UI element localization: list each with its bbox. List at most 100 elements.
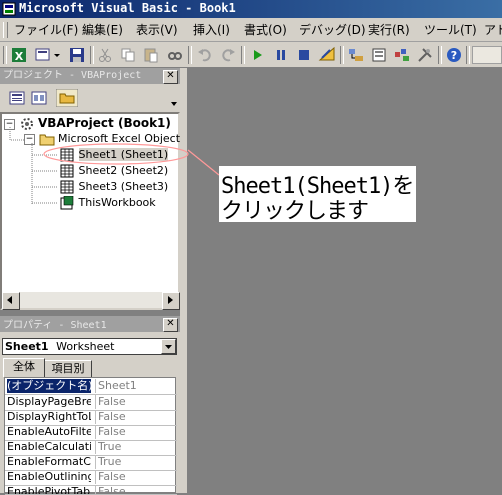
redo-icon[interactable]	[219, 46, 237, 64]
view-object-icon[interactable]	[29, 89, 49, 107]
combo-dropdown-button[interactable]	[161, 339, 176, 354]
property-value: False	[95, 425, 180, 439]
reset-icon[interactable]	[295, 46, 313, 64]
menu-view[interactable]: 表示(V)	[136, 21, 178, 39]
callout-leader-line	[187, 149, 220, 176]
property-row[interactable]: EnableCalculatio True	[5, 440, 177, 456]
menu-edit[interactable]: 編集(E)	[82, 21, 123, 39]
undo-icon[interactable]	[196, 46, 214, 64]
chevron-down-icon	[165, 345, 172, 349]
collapse-icon[interactable]: −	[24, 133, 35, 145]
menu-grip[interactable]	[3, 22, 8, 38]
menu-file[interactable]: ファイル(F)	[14, 21, 78, 39]
menu-debug[interactable]: デバッグ(D)	[299, 21, 366, 39]
property-value: False	[95, 470, 180, 484]
save-icon[interactable]	[68, 46, 86, 64]
toolbar-grip[interactable]	[3, 46, 7, 64]
cut-icon[interactable]	[96, 46, 114, 64]
tree-item-sheet1[interactable]: Sheet1 (Sheet1)	[59, 147, 169, 163]
property-name: EnableOutlining	[7, 470, 91, 483]
property-name: (オブジェクト名)	[7, 379, 91, 393]
property-row[interactable]: EnableFormatCor True	[5, 455, 177, 471]
title-bar[interactable]: Microsoft Visual Basic - Book1	[0, 0, 502, 18]
property-name: EnableAutoFilter	[7, 425, 91, 438]
toolbox-icon[interactable]	[416, 46, 434, 64]
property-row[interactable]: (オブジェクト名) Sheet1	[5, 379, 177, 395]
property-value: True	[95, 440, 180, 454]
property-value: Sheet1	[95, 379, 180, 393]
property-row[interactable]: EnablePivotTable False	[5, 485, 177, 495]
tree-item-label: Sheet3 (Sheet3)	[78, 180, 169, 193]
project-explorer-icon[interactable]	[347, 46, 365, 64]
toolbar-separator	[241, 46, 245, 64]
tree-node-root[interactable]: − VBAProject (Book1)	[4, 115, 171, 131]
property-name: DisplayRightToLe	[7, 410, 91, 423]
run-icon[interactable]	[249, 46, 267, 64]
property-value: False	[95, 410, 180, 424]
object-name: Sheet1	[5, 340, 49, 353]
object-type: Worksheet	[56, 340, 115, 353]
toolbar-separator	[90, 46, 94, 64]
property-value: True	[95, 455, 180, 469]
toolbar-overflow-icon[interactable]	[170, 100, 178, 108]
toolbar-separator	[340, 46, 344, 64]
tab-categorized[interactable]: 項目別	[44, 360, 92, 377]
tree-item-sheet3[interactable]: Sheet3 (Sheet3)	[59, 179, 168, 195]
standard-toolbar: X ?	[0, 42, 502, 68]
property-row[interactable]: EnableOutlining False	[5, 470, 177, 486]
dropdown-arrow-icon[interactable]	[52, 46, 62, 64]
scroll-right-button[interactable]	[162, 292, 180, 310]
property-row[interactable]: EnableAutoFilter False	[5, 425, 177, 441]
vba-app-icon	[2, 2, 16, 16]
design-mode-icon[interactable]	[318, 46, 336, 64]
properties-window-title: プロパティ - Sheet1	[3, 320, 107, 331]
tree-horizontal-scrollbar[interactable]	[2, 292, 180, 310]
find-icon[interactable]	[166, 46, 184, 64]
tree-folder-label: Microsoft Excel Object	[58, 132, 181, 145]
pane-splitter[interactable]	[180, 68, 188, 493]
menu-tools[interactable]: ツール(T)	[424, 21, 477, 39]
collapse-icon[interactable]: −	[4, 118, 15, 130]
tree-item-label: Sheet2 (Sheet2)	[78, 164, 169, 177]
tree-item-label: Sheet1 (Sheet1)	[78, 148, 169, 161]
view-code-icon[interactable]	[7, 89, 27, 107]
insert-module-icon[interactable]	[34, 46, 52, 64]
help-icon[interactable]: ?	[445, 46, 463, 64]
arrow-right-icon	[168, 296, 173, 304]
folder-icon	[39, 134, 54, 146]
sheet-icon	[60, 164, 74, 178]
properties-icon[interactable]	[370, 46, 388, 64]
property-value: False	[95, 485, 177, 494]
property-name: EnableFormatCor	[7, 455, 91, 468]
properties-close-button[interactable]: ✕	[163, 318, 178, 332]
object-browser-icon[interactable]	[393, 46, 411, 64]
tree-item-thisworkbook[interactable]: ThisWorkbook	[59, 195, 156, 211]
toolbar-separator	[438, 46, 442, 64]
window-title: Microsoft Visual Basic - Book1	[19, 1, 236, 15]
copy-icon[interactable]	[119, 46, 137, 64]
property-name: EnablePivotTable	[7, 485, 91, 495]
property-name: EnableCalculatio	[7, 440, 91, 453]
svg-text:?: ?	[451, 49, 457, 62]
property-row[interactable]: DisplayPageBrea False	[5, 395, 177, 411]
tree-item-sheet2[interactable]: Sheet2 (Sheet2)	[59, 163, 168, 179]
tree-node-folder[interactable]: − Microsoft Excel Object	[24, 131, 180, 147]
menu-format[interactable]: 書式(O)	[244, 21, 287, 39]
menu-addins[interactable]: アド	[484, 21, 502, 39]
tab-alphabetic[interactable]: 全体	[3, 358, 45, 377]
break-icon[interactable]	[272, 46, 290, 64]
project-toolbar	[0, 84, 180, 112]
menu-insert[interactable]: 挿入(I)	[193, 21, 230, 39]
menu-run[interactable]: 実行(R)	[368, 21, 410, 39]
sheet-icon	[60, 148, 74, 162]
toggle-folders-icon[interactable]	[56, 89, 78, 107]
paste-icon[interactable]	[142, 46, 160, 64]
project-window-title-bar[interactable]: プロジェクト - VBAProject ✕	[0, 68, 180, 84]
object-selector-combo[interactable]: Sheet1 Worksheet	[2, 338, 177, 355]
property-row[interactable]: DisplayRightToLe False	[5, 410, 177, 426]
scroll-left-button[interactable]	[2, 292, 20, 310]
instruction-callout: Sheet1(Sheet1)を クリックします	[219, 166, 416, 224]
properties-window-title-bar[interactable]: プロパティ - Sheet1 ✕	[0, 316, 180, 332]
excel-view-icon[interactable]: X	[10, 46, 28, 64]
project-close-button[interactable]: ✕	[163, 70, 178, 84]
